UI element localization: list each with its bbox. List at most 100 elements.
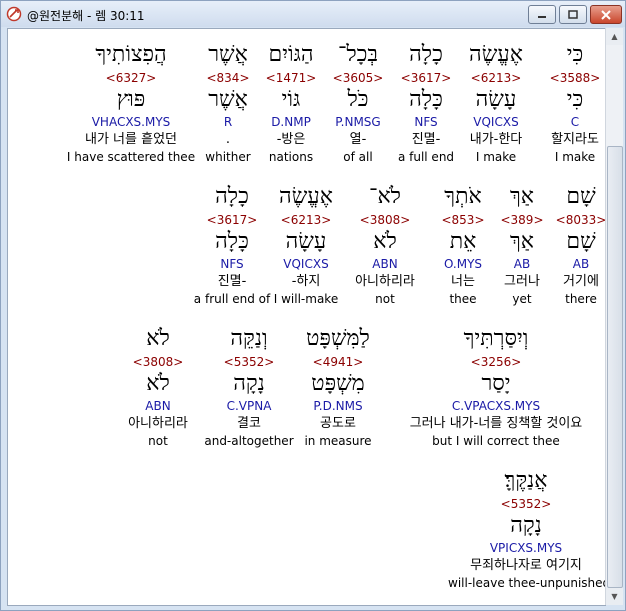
interlinear-view[interactable]: כִּי <3588> כִּי C 할지라도 I make אֶעֱשֶׂה … xyxy=(7,28,606,606)
morphology: NFS xyxy=(220,257,244,271)
english-gloss: I will-make xyxy=(273,292,339,306)
morphology: VPICXS.MYS xyxy=(489,541,563,555)
hebrew-root: גּוֹי xyxy=(281,87,301,112)
morphology: D.NMP xyxy=(271,115,311,129)
english-gloss: will-leave thee-unpunished xyxy=(448,576,606,590)
hebrew-root: מִשְׁפָּט xyxy=(311,371,365,396)
korean-gloss: 아니하리라 xyxy=(355,274,415,289)
korean-gloss: 진멸- xyxy=(217,274,247,289)
strong-number[interactable]: <6327> xyxy=(66,69,196,87)
strong-number[interactable]: <4941> xyxy=(298,353,378,371)
korean-gloss: 결코 xyxy=(237,416,261,431)
word-cell[interactable]: אֲנַקֶּךָּ׃ <5352> נָקָה VPICXS.MYS 무죄하나… xyxy=(448,467,606,591)
word-cell[interactable]: הֲפִצוֹתִיךָ <6327> פּוּץ VHACXS.MYS 내가 … xyxy=(66,41,196,165)
word-cell[interactable]: אֲשֶׁר <834> אֲשֶׁר R . whither xyxy=(198,41,258,165)
hebrew-root: עָשָׂה xyxy=(285,229,327,254)
strong-number[interactable]: <3808> xyxy=(341,211,429,229)
morphology: C.VPNA xyxy=(226,399,272,413)
strong-number[interactable]: <1471> xyxy=(259,69,323,87)
strong-number[interactable]: <6213> xyxy=(268,211,344,229)
word-cell[interactable]: אֹתְךָ <853> אֵת O.MYS 너는 thee xyxy=(435,183,491,307)
word-cell[interactable]: הַגּוֹיִם <1471> גּוֹי D.NMP -방은 nations xyxy=(259,41,323,165)
word-cell[interactable]: כָלָה <3617> כָּלָה NFS 진멸- a frull end … xyxy=(188,183,276,307)
korean-gloss: 그러나 내가-너를 징책할 것이요 xyxy=(409,416,583,431)
english-gloss: nations xyxy=(268,150,314,164)
hebrew-word: לַמִּשְׁפָּט xyxy=(306,326,370,351)
maximize-icon xyxy=(568,9,578,19)
app-icon xyxy=(6,6,22,22)
english-gloss: yet xyxy=(512,292,532,306)
korean-gloss: 공도로 xyxy=(320,416,356,431)
hebrew-word: אֹתְךָ xyxy=(444,184,482,209)
hebrew-root: אֲשֶׁר xyxy=(208,87,248,112)
strong-number[interactable]: <3605> xyxy=(326,69,390,87)
strong-number[interactable]: <3808> xyxy=(118,353,198,371)
hebrew-root: כָּלָה xyxy=(215,229,249,254)
korean-gloss: 열- xyxy=(349,132,367,147)
word-cell[interactable]: לֹא <3808> לֹא ABN 아니하리라 not xyxy=(118,325,198,449)
word-cell[interactable]: בְּכָל־ <3605> כֹּל P.NMSG 열- of all xyxy=(326,41,390,165)
close-button[interactable] xyxy=(590,5,622,24)
morphology: AB xyxy=(572,257,590,271)
word-cell[interactable]: וְנַקֵּה <5352> נָקָה C.VPNA 결코 and-alto… xyxy=(204,325,294,449)
hebrew-root: לֹא xyxy=(373,229,397,254)
word-cell[interactable]: כָלָה <3617> כָּלָה NFS 진멸- a full end xyxy=(383,41,469,165)
hebrew-word: כָלָה xyxy=(215,184,249,209)
morphology: ABN xyxy=(372,257,398,271)
korean-gloss: 아니하리라 xyxy=(128,416,188,431)
close-icon xyxy=(601,9,611,20)
hebrew-root: כָּלָה xyxy=(409,87,443,112)
minimize-button[interactable] xyxy=(528,5,556,24)
scroll-down-arrow-icon[interactable]: ▼ xyxy=(606,588,623,605)
hebrew-root: פּוּץ xyxy=(116,87,146,112)
strong-number[interactable]: <853> xyxy=(435,211,491,229)
morphology: P.NMSG xyxy=(335,115,381,129)
strong-number[interactable]: <834> xyxy=(198,69,258,87)
morphology: C.VPACXS.MYS xyxy=(451,399,541,413)
hebrew-word: אַךְ xyxy=(509,184,534,209)
word-cell[interactable]: שָׁם <8033> שָׁם AB 거기에 there xyxy=(551,183,605,307)
korean-gloss: 그러나 xyxy=(504,274,540,289)
strong-number[interactable]: <3256> xyxy=(388,353,604,371)
strong-number[interactable]: <3617> xyxy=(188,211,276,229)
hebrew-root: נָקָה xyxy=(233,371,265,396)
hebrew-word: הֲפִצוֹתִיךָ xyxy=(95,42,167,67)
maximize-button[interactable] xyxy=(559,5,587,24)
scrollbar-thumb[interactable] xyxy=(607,146,623,588)
hebrew-word: כָלָה xyxy=(409,42,443,67)
english-gloss: not xyxy=(148,434,168,448)
hebrew-word: וְנַקֵּה xyxy=(230,326,268,351)
hebrew-word: וְיִסַּרְתִּיךָ xyxy=(463,326,529,351)
hebrew-word: אֲשֶׁר xyxy=(208,42,248,67)
hebrew-word: אֶעֱשֶׂה xyxy=(279,184,333,209)
strong-number[interactable]: <5352> xyxy=(448,495,604,513)
strong-number[interactable]: <8033> xyxy=(551,211,605,229)
hebrew-root: אֵת xyxy=(449,229,477,254)
word-cell[interactable]: וְיִסַּרְתִּיךָ <3256> יָסַר C.VPACXS.MY… xyxy=(388,325,604,449)
clipped-previous-row xyxy=(468,29,605,34)
word-cell[interactable]: אַךְ <389> אַךְ AB 그러나 yet xyxy=(497,183,547,307)
korean-gloss: 너는 xyxy=(451,274,475,289)
strong-number[interactable]: <3617> xyxy=(383,69,469,87)
hebrew-root: שָׁם xyxy=(566,229,596,254)
word-cell[interactable]: לַמִּשְׁפָּט <4941> מִשְׁפָּט P.D.NMS 공도… xyxy=(298,325,378,449)
strong-number[interactable]: <389> xyxy=(497,211,547,229)
hebrew-root: נָקָה xyxy=(510,513,542,538)
vertical-scrollbar[interactable]: ▲ ▼ xyxy=(605,28,623,605)
hebrew-word: לֹא־ xyxy=(369,184,401,209)
title-bar[interactable]: @원전분해 - 렘 30:11 xyxy=(1,1,625,27)
morphology: NFS xyxy=(414,115,438,129)
korean-gloss: 내가 너를 흩었던 xyxy=(85,132,177,147)
word-cell[interactable]: אֶעֱשֶׂה <6213> עָשָׂה VQICXS -하지 I will… xyxy=(268,183,344,307)
english-gloss: a frull end of xyxy=(193,292,271,306)
strong-number[interactable]: <5352> xyxy=(204,353,294,371)
word-cell[interactable]: לֹא־ <3808> לֹא ABN 아니하리라 not xyxy=(341,183,429,307)
english-gloss: in measure xyxy=(304,434,372,448)
hebrew-root: אַךְ xyxy=(509,229,534,254)
scroll-up-arrow-icon[interactable]: ▲ xyxy=(606,28,623,45)
morphology: P.D.NMS xyxy=(313,399,363,413)
morphology: VQICXS xyxy=(283,257,329,271)
app-window: @원전분해 - 렘 30:11 כִּי <3588> כִּי C 할지라도 … xyxy=(0,0,626,611)
morphology: AB xyxy=(513,257,531,271)
hebrew-word: לֹא xyxy=(146,326,170,351)
